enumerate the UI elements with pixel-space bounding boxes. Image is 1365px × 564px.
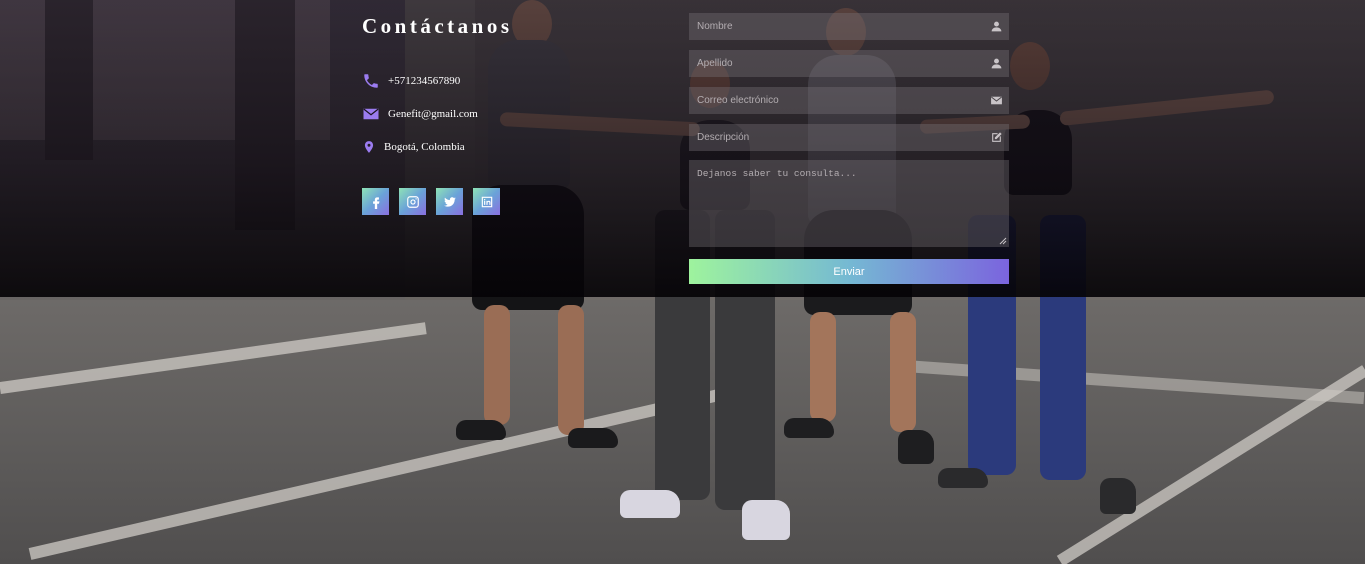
last-name-field	[689, 50, 1009, 77]
person-shoe	[784, 418, 834, 438]
instagram-button[interactable]	[399, 188, 426, 215]
email-field	[689, 87, 1009, 114]
email-input[interactable]	[689, 87, 1009, 114]
twitter-icon	[443, 196, 456, 207]
phone-icon	[362, 72, 380, 90]
person-shoe	[742, 500, 790, 540]
email-text: Genefit@gmail.com	[388, 108, 478, 120]
person-shoe	[1100, 478, 1136, 514]
user-icon	[991, 58, 1002, 69]
phone-text: +571234567890	[388, 75, 461, 87]
contact-page: Contáctanos +571234567890 Genefit@gmail.…	[0, 0, 1365, 564]
last-name-input[interactable]	[689, 50, 1009, 77]
linkedin-button[interactable]	[473, 188, 500, 215]
location-row: Bogotá, Colombia	[362, 138, 465, 156]
location-text: Bogotá, Colombia	[384, 141, 465, 153]
facebook-icon	[372, 196, 379, 209]
person-shoe	[568, 428, 618, 448]
message-field	[689, 160, 1009, 247]
person-shoe	[898, 430, 934, 464]
map-pin-icon	[362, 138, 376, 156]
person-leg	[558, 305, 584, 435]
person-shoe	[938, 468, 988, 488]
first-name-field	[689, 13, 1009, 40]
description-input[interactable]	[689, 124, 1009, 151]
contact-title: Contáctanos	[362, 14, 513, 38]
user-icon	[991, 21, 1002, 32]
person-shoe	[456, 420, 506, 440]
message-textarea[interactable]	[689, 160, 1009, 247]
person-leg	[890, 312, 916, 432]
facebook-button[interactable]	[362, 188, 389, 215]
person-leg	[484, 305, 510, 425]
linkedin-icon	[481, 196, 492, 207]
email-row: Genefit@gmail.com	[362, 105, 478, 123]
social-links	[362, 188, 500, 215]
contact-section-overlay	[0, 0, 1365, 297]
resize-handle-icon[interactable]	[999, 237, 1007, 245]
edit-icon	[992, 132, 1002, 142]
description-field	[689, 124, 1009, 151]
envelope-icon	[362, 105, 380, 123]
person-shoe	[620, 490, 680, 518]
envelope-icon	[991, 96, 1002, 105]
first-name-input[interactable]	[689, 13, 1009, 40]
twitter-button[interactable]	[436, 188, 463, 215]
submit-button[interactable]: Enviar	[689, 259, 1009, 284]
person-leg	[810, 312, 836, 422]
phone-row: +571234567890	[362, 72, 460, 90]
instagram-icon	[406, 195, 419, 208]
contact-info: Contáctanos +571234567890 Genefit@gmail.…	[362, 12, 662, 215]
